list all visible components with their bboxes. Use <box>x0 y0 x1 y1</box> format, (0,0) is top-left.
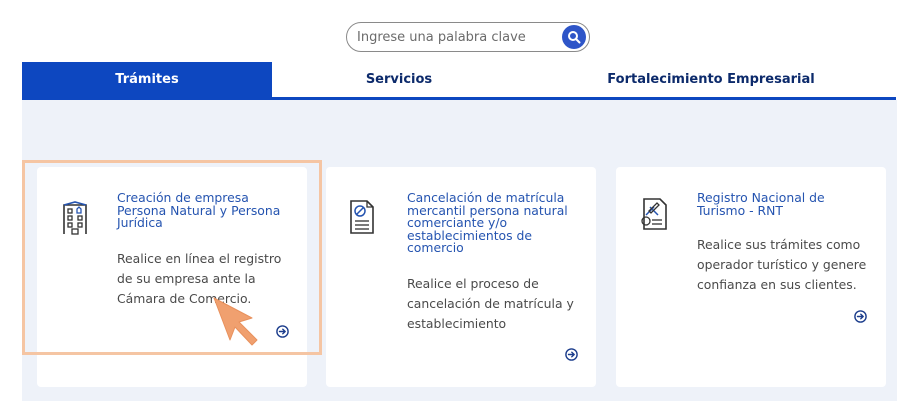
card-registro-turismo[interactable]: Registro Nacional de Turismo - RNT Reali… <box>616 167 886 387</box>
search-button[interactable] <box>562 25 586 49</box>
tab-bar: Trámites Servicios Fortalecimiento Empre… <box>22 62 896 97</box>
search-input[interactable] <box>357 23 547 51</box>
arrow-circle-right-icon[interactable] <box>854 310 867 323</box>
card-title[interactable]: Registro Nacional de Turismo - RNT <box>697 191 867 217</box>
pointer-cursor-icon <box>213 297 258 346</box>
cancel-document-icon <box>350 200 374 234</box>
search-icon <box>568 31 581 44</box>
card-description: Realice el proceso de cancelación de mat… <box>407 276 574 331</box>
arrow-circle-right-icon[interactable] <box>565 348 578 361</box>
card-cancelacion-matricula[interactable]: Cancelación de matrícula mercantil perso… <box>326 167 596 387</box>
search-box[interactable] <box>346 22 590 52</box>
card-description: Realice sus trámites como operador turís… <box>697 237 867 292</box>
card-title[interactable]: Cancelación de matrícula mercantil perso… <box>407 191 585 255</box>
tab-fortalecimiento-empresarial[interactable]: Fortalecimiento Empresarial <box>526 62 896 97</box>
tab-servicios[interactable]: Servicios <box>272 62 526 97</box>
top-bar <box>0 0 897 62</box>
tourism-document-icon <box>641 198 667 230</box>
highlight-frame <box>22 160 322 355</box>
tab-tramites[interactable]: Trámites <box>22 62 272 97</box>
